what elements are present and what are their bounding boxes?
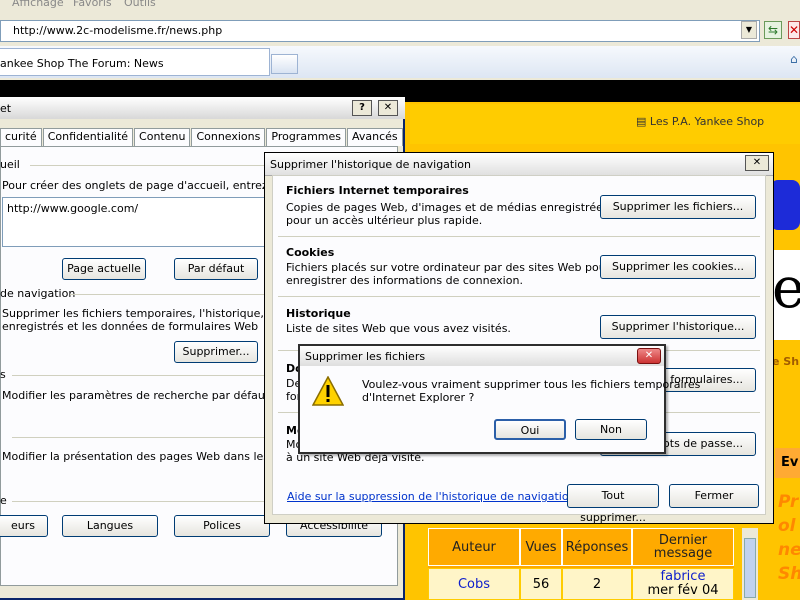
address-bar[interactable]: http://www.2c-modelisme.fr/news.php xyxy=(0,20,760,42)
appearance-group-label: e xyxy=(0,494,7,507)
col-header-reponses: Réponses xyxy=(562,528,632,566)
scrollbar-thumb[interactable] xyxy=(744,538,756,598)
new-tab-button[interactable] xyxy=(271,54,298,74)
stop-icon[interactable]: ✕ xyxy=(788,21,800,39)
tab-avances[interactable]: Avancés xyxy=(347,128,403,146)
menu-bar: Affichage Favoris Outils xyxy=(0,0,800,12)
confirm-title: Supprimer les fichiers xyxy=(305,350,426,363)
col-header-vues: Vues xyxy=(520,528,562,566)
history-group-label: de navigation xyxy=(0,287,76,300)
section-desc-cookies-1: Fichiers placés sur votre ordinateur par… xyxy=(286,261,611,274)
section-heading-cookies: Cookies xyxy=(286,246,335,259)
confirm-message-2: d'Internet Explorer ? xyxy=(362,391,475,404)
row-dernier: fabrice mer fév 04 xyxy=(632,568,734,600)
row-dernier-date: mer fév 04 xyxy=(647,583,719,598)
internet-options-title: et xyxy=(0,102,12,115)
tab-contenu[interactable]: Contenu xyxy=(134,128,191,146)
col-header-auteur: Auteur xyxy=(428,528,520,566)
section-desc-temp-files-1: Copies de pages Web, d'images et de médi… xyxy=(286,201,609,214)
row-reponses: 2 xyxy=(562,568,632,600)
row-dernier-user[interactable]: fabrice xyxy=(661,570,706,584)
bookmark-icon: ▤ xyxy=(636,115,650,128)
warning-icon xyxy=(312,376,344,406)
no-button[interactable]: Non xyxy=(575,419,647,440)
languages-button[interactable]: Langues xyxy=(62,515,158,537)
section-desc-cookies-2: enregistrer des informations de connexio… xyxy=(286,274,523,287)
webpage-header-link[interactable]: ▤ Les P.A. Yankee Shop xyxy=(636,115,764,128)
section-desc-history-1: Liste de sites Web que vous avez visités… xyxy=(286,322,511,335)
section-heading-temp-files: Fichiers Internet temporaires xyxy=(286,184,469,197)
close-icon[interactable]: ✕ xyxy=(378,100,398,116)
address-url: http://www.2c-modelisme.fr/news.php xyxy=(13,24,223,37)
close-button[interactable]: Fermer xyxy=(669,484,759,508)
internet-options-titlebar: et ? ✕ xyxy=(0,97,405,119)
delete-history-title: Supprimer l'historique de navigation xyxy=(270,158,471,171)
tab-securite[interactable]: curité xyxy=(0,128,42,146)
row-auteur[interactable]: Cobs xyxy=(428,568,520,600)
forum-table-header: Auteur Vues Réponses Dernier message xyxy=(428,528,734,568)
banner-text: e Sh xyxy=(772,355,800,368)
yes-button[interactable]: Oui xyxy=(494,419,566,440)
menu-outils[interactable]: Outils xyxy=(124,0,156,9)
delete-history-titlebar: Supprimer l'historique de navigation xyxy=(265,153,773,176)
home-page-value: http://www.google.com/ xyxy=(7,202,139,215)
options-tabs: curité Confidentialité Contenu Connexion… xyxy=(0,128,404,146)
browser-tab-title: ankee Shop The Forum: News xyxy=(0,57,164,70)
divider xyxy=(278,296,760,297)
section-desc-temp-files-2: pour un accès ultérieur plus rapide. xyxy=(286,214,483,227)
home-group-label: ueil xyxy=(0,158,20,171)
table-row: Cobs 56 2 fabrice mer fév 04 xyxy=(428,568,734,600)
tabs-description: Modifier la présentation des pages Web d… xyxy=(2,450,308,463)
tab-programmes[interactable]: Programmes xyxy=(266,128,347,146)
fonts-button[interactable]: Polices xyxy=(174,515,270,537)
help-link[interactable]: Aide sur la suppression de l'historique … xyxy=(287,490,576,503)
side-promo-text: Pr ol ne Sh xyxy=(778,492,800,584)
divider xyxy=(278,236,760,237)
refresh-icon[interactable]: ⇆ xyxy=(764,21,782,39)
default-page-button[interactable]: Par défaut xyxy=(174,258,258,280)
history-description-2: enregistrés et les données de formulaire… xyxy=(2,320,259,333)
search-description: Modifier les paramètres de recherche par… xyxy=(2,389,273,402)
confirm-titlebar: Supprimer les fichiers xyxy=(300,346,664,366)
logo-fragment xyxy=(770,180,800,230)
browser-tab-active[interactable]: ankee Shop The Forum: News xyxy=(0,48,270,76)
delete-history-list-button[interactable]: Supprimer l'historique... xyxy=(600,315,756,339)
delete-all-button[interactable]: Tout supprimer... xyxy=(567,484,659,524)
search-group-label: s xyxy=(0,368,6,381)
delete-history-button[interactable]: Supprimer... xyxy=(174,341,258,363)
confirm-message-1: Voulez-vous vraiment supprimer tous les … xyxy=(362,378,701,391)
home-page-textarea[interactable]: http://www.google.com/ xyxy=(2,197,267,247)
home-icon[interactable]: ⌂ xyxy=(790,52,798,66)
address-dropdown-icon[interactable]: ▼ xyxy=(741,21,757,39)
close-icon[interactable]: ✕ xyxy=(745,155,769,171)
delete-cookies-button[interactable]: Supprimer les cookies... xyxy=(600,255,756,279)
help-icon[interactable]: ? xyxy=(352,100,372,116)
colors-button[interactable]: eurs xyxy=(0,515,48,537)
col-header-dernier: Dernier message xyxy=(632,528,734,566)
tab-connexions[interactable]: Connexions xyxy=(191,128,266,146)
menu-favoris[interactable]: Favoris xyxy=(73,0,112,9)
section-heading-history: Historique xyxy=(286,307,351,320)
row-vues: 56 xyxy=(520,568,562,600)
menu-affichage[interactable]: Affichage xyxy=(12,0,64,9)
current-page-button[interactable]: Page actuelle xyxy=(62,258,146,280)
tab-confidentialite[interactable]: Confidentialité xyxy=(42,128,134,146)
close-icon[interactable]: ✕ xyxy=(637,348,661,364)
delete-files-button[interactable]: Supprimer les fichiers... xyxy=(600,195,756,219)
banner-letter: e xyxy=(772,256,800,321)
event-heading: Ev xyxy=(775,448,800,478)
